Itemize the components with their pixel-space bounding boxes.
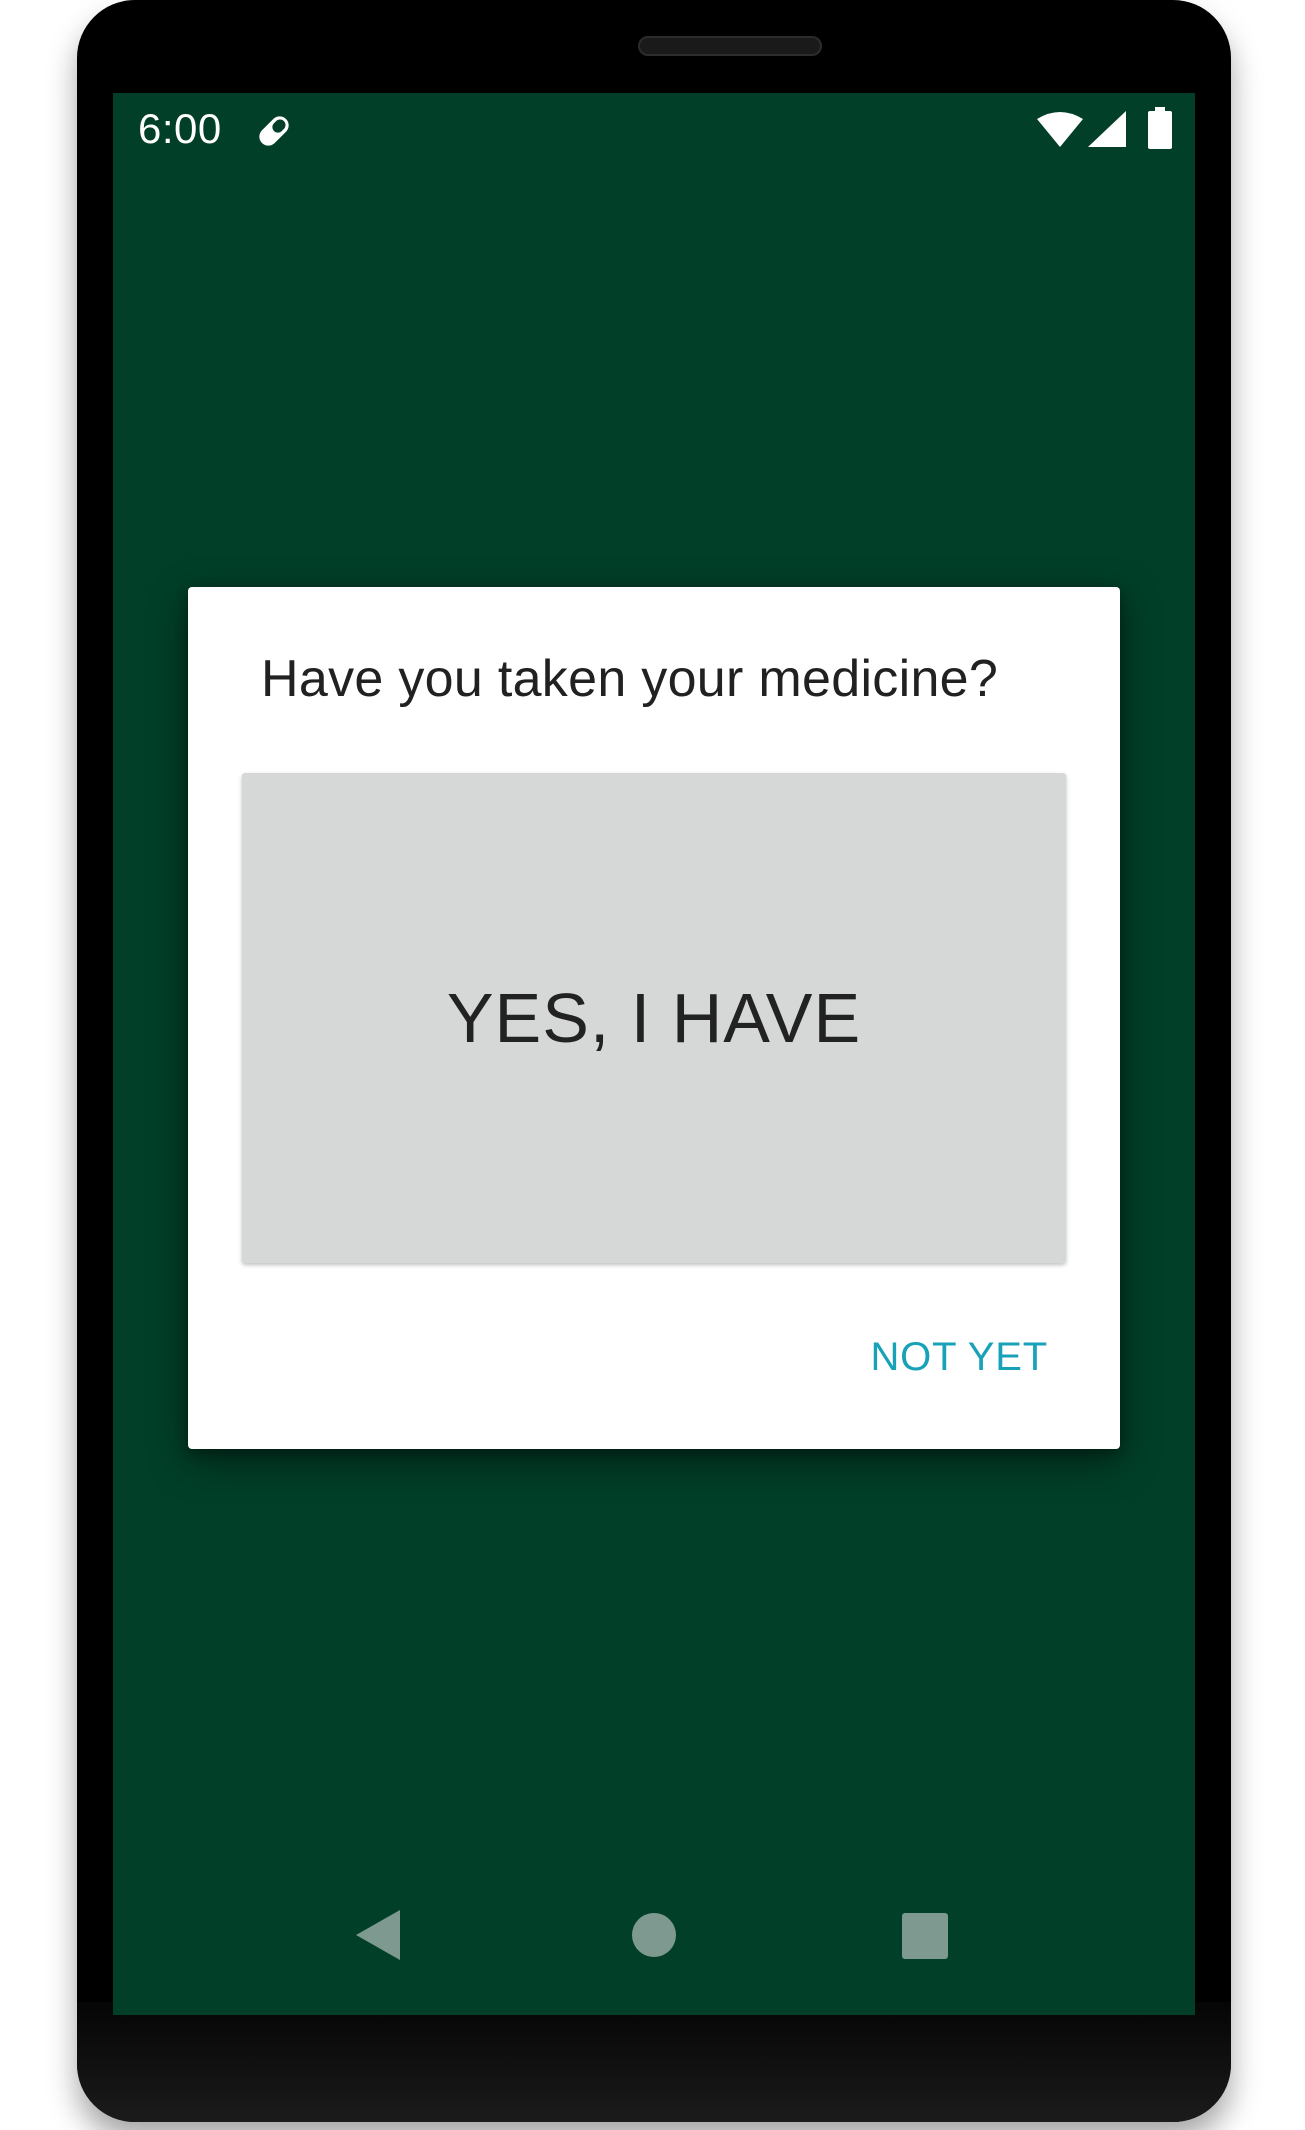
signal-icon (1088, 111, 1126, 147)
app-screen: 6:00 Have you taken your medicine? YES, … (113, 93, 1195, 2015)
status-time: 6:00 (138, 105, 222, 152)
home-icon[interactable] (632, 1913, 676, 1957)
medicine-dialog: Have you taken your medicine? YES, I HAV… (188, 587, 1120, 1449)
yes-i-have-button[interactable]: YES, I HAVE (242, 773, 1066, 1263)
not-yet-button[interactable]: NOT YET (871, 1335, 1049, 1380)
wifi-icon (1037, 111, 1083, 147)
device-frame: 6:00 Have you taken your medicine? YES, … (0, 0, 1305, 2130)
recents-icon[interactable] (902, 1913, 948, 1959)
pill-icon (253, 110, 295, 152)
navigation-bar (113, 1903, 1195, 2015)
status-bar: 6:00 (113, 93, 1195, 169)
earpiece-speaker (638, 36, 822, 56)
yes-i-have-label: YES, I HAVE (446, 979, 862, 1057)
battery-icon (1148, 107, 1172, 149)
dialog-title: Have you taken your medicine? (261, 650, 999, 708)
back-icon[interactable] (356, 1910, 402, 1960)
